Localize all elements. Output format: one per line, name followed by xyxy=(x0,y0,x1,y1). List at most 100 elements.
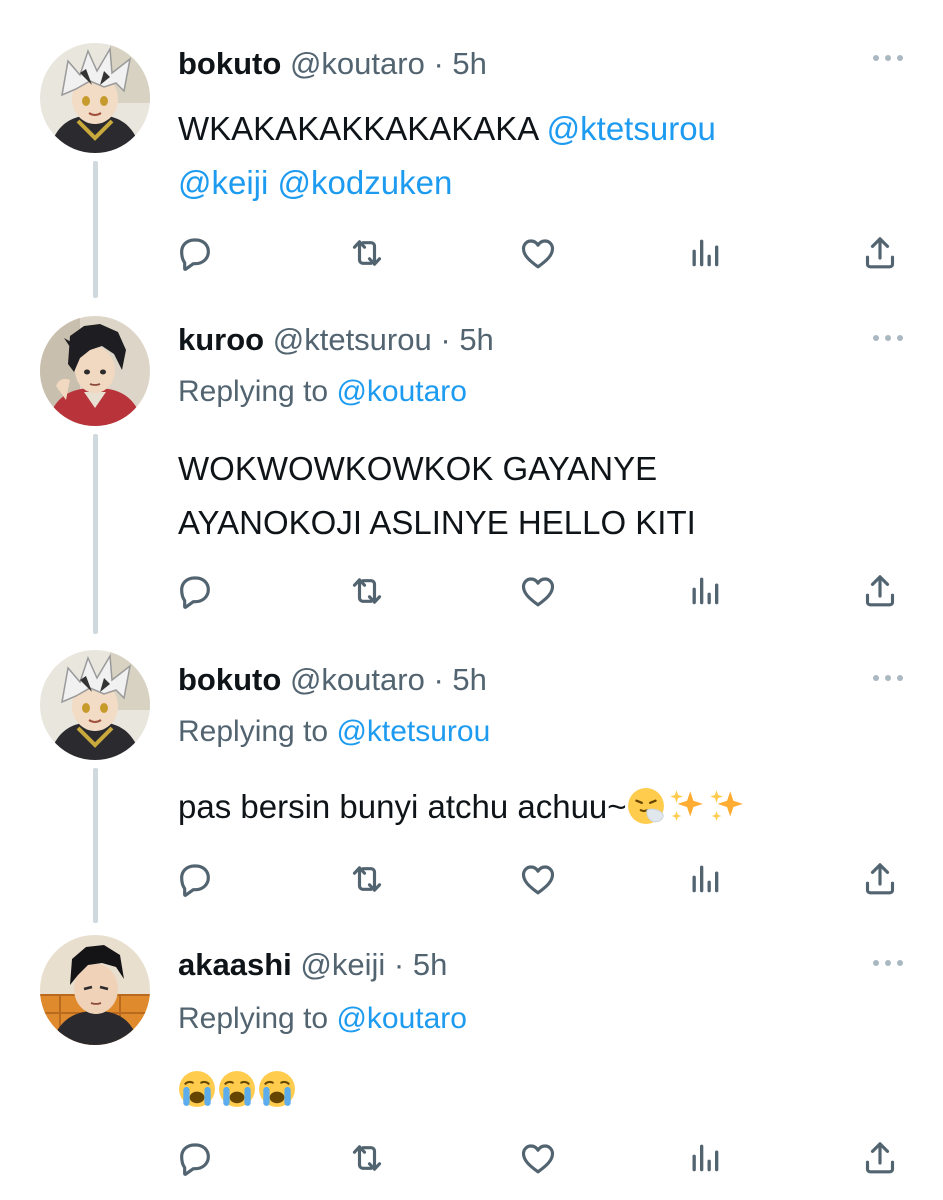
share-button[interactable] xyxy=(855,854,905,904)
like-button[interactable] xyxy=(513,1133,563,1183)
replying-to-link[interactable]: @koutaro xyxy=(336,1002,467,1035)
share-button[interactable] xyxy=(855,566,905,616)
tweet-text-plain: WKAKAKAKKAKAKAKA xyxy=(178,110,547,147)
retweet-button[interactable] xyxy=(342,566,392,616)
analytics-icon xyxy=(685,859,725,899)
timestamp[interactable]: 5h xyxy=(452,662,486,697)
bokuto-avatar-icon xyxy=(40,650,150,760)
avatar[interactable] xyxy=(40,43,150,153)
share-button[interactable] xyxy=(855,228,905,278)
analytics-icon xyxy=(685,571,725,611)
avatar[interactable] xyxy=(40,935,150,1045)
tweet-text-line: WOKWOWKOWKOK GAYANYE xyxy=(178,450,658,487)
reply-button[interactable] xyxy=(170,566,220,616)
timestamp[interactable]: 5h xyxy=(413,947,447,982)
tweet-text: WKAKAKAKKAKAKAKA @ktetsurou @keiji @kodz… xyxy=(178,102,878,210)
sparkles-emoji-icon xyxy=(667,787,705,825)
display-name[interactable]: bokuto xyxy=(178,662,281,697)
share-button[interactable] xyxy=(855,1133,905,1183)
retweet-icon xyxy=(347,1138,387,1178)
analytics-button[interactable] xyxy=(680,228,730,278)
thread-line xyxy=(93,161,98,298)
user-handle[interactable]: @ktetsurou xyxy=(273,322,432,357)
more-options-icon[interactable] xyxy=(871,328,905,348)
tweet[interactable]: bokuto @koutaro · 5h WKAKAKAKKAKAKAKA @k… xyxy=(0,38,943,308)
replying-to: Replying to @koutaro xyxy=(178,370,467,414)
bokuto-avatar-icon xyxy=(40,43,150,153)
display-name[interactable]: bokuto xyxy=(178,46,281,81)
replying-to-link[interactable]: @ktetsurou xyxy=(336,715,490,748)
replying-to-label: Replying to xyxy=(178,375,337,408)
timestamp[interactable]: 5h xyxy=(459,322,493,357)
mention-link[interactable]: @kodzuken xyxy=(278,164,453,201)
like-button[interactable] xyxy=(513,854,563,904)
more-options-icon[interactable] xyxy=(871,48,905,68)
avatar[interactable] xyxy=(40,650,150,760)
retweet-button[interactable] xyxy=(342,1133,392,1183)
display-name[interactable]: kuroo xyxy=(178,322,264,357)
tweet[interactable]: kuroo @ktetsurou · 5h Replying to @kouta… xyxy=(0,316,943,641)
more-options-icon[interactable] xyxy=(871,953,905,973)
tweet[interactable]: akaashi @keiji · 5h Replying to @koutaro xyxy=(0,935,943,1200)
reply-button[interactable] xyxy=(170,854,220,904)
share-icon xyxy=(860,1138,900,1178)
analytics-icon xyxy=(685,233,725,273)
reply-button[interactable] xyxy=(170,1133,220,1183)
more-options-icon[interactable] xyxy=(871,668,905,688)
retweet-icon xyxy=(347,859,387,899)
tweet-header: bokuto @koutaro · 5h xyxy=(178,658,487,702)
reply-icon xyxy=(175,571,215,611)
analytics-button[interactable] xyxy=(680,566,730,616)
analytics-button[interactable] xyxy=(680,854,730,904)
analytics-button[interactable] xyxy=(680,1133,730,1183)
user-handle[interactable]: @keiji xyxy=(300,947,385,982)
mention-link[interactable]: @keiji xyxy=(178,164,268,201)
like-icon xyxy=(518,1138,558,1178)
tweet-actions xyxy=(170,566,910,616)
tweet-text-plain: pas bersin bunyi atchu achuu~ xyxy=(178,788,627,825)
thread-line xyxy=(93,434,98,634)
like-icon xyxy=(518,233,558,273)
thread-line xyxy=(93,768,98,923)
user-handle[interactable]: @koutaro xyxy=(290,46,425,81)
replying-to-label: Replying to xyxy=(178,715,337,748)
tweet-header: bokuto @koutaro · 5h xyxy=(178,42,487,86)
like-icon xyxy=(518,859,558,899)
separator-dot: · xyxy=(433,46,444,81)
tweet-text: WOKWOWKOWKOK GAYANYE AYANOKOJI ASLINYE H… xyxy=(178,442,878,550)
like-icon xyxy=(518,571,558,611)
reply-icon xyxy=(175,233,215,273)
tweet-text xyxy=(178,1063,878,1117)
replying-to: Replying to @koutaro xyxy=(178,997,467,1041)
tweet[interactable]: bokuto @koutaro · 5h Replying to @ktetsu… xyxy=(0,650,943,930)
reply-thread: bokuto @koutaro · 5h WKAKAKAKKAKAKAKA @k… xyxy=(0,0,943,1200)
loudly-crying-face-emoji-icon xyxy=(178,1070,216,1108)
separator-dot: · xyxy=(433,662,444,697)
reply-icon xyxy=(175,859,215,899)
reply-button[interactable] xyxy=(170,228,220,278)
reply-icon xyxy=(175,1138,215,1178)
separator-dot: · xyxy=(440,322,451,357)
loudly-crying-face-emoji-icon xyxy=(218,1070,256,1108)
retweet-button[interactable] xyxy=(342,228,392,278)
tweet-actions xyxy=(170,854,910,904)
retweet-button[interactable] xyxy=(342,854,392,904)
tweet-header: kuroo @ktetsurou · 5h xyxy=(178,318,494,362)
avatar[interactable] xyxy=(40,316,150,426)
mention-link[interactable]: @ktetsurou xyxy=(547,110,716,147)
share-icon xyxy=(860,571,900,611)
tweet-header: akaashi @keiji · 5h xyxy=(178,943,447,987)
like-button[interactable] xyxy=(513,566,563,616)
user-handle[interactable]: @koutaro xyxy=(290,662,425,697)
tweet-actions xyxy=(170,228,910,278)
like-button[interactable] xyxy=(513,228,563,278)
retweet-icon xyxy=(347,571,387,611)
share-icon xyxy=(860,859,900,899)
replying-to-label: Replying to xyxy=(178,1002,337,1035)
sneezing-face-emoji-icon xyxy=(627,787,665,825)
timestamp[interactable]: 5h xyxy=(452,46,486,81)
tweet-actions xyxy=(170,1133,910,1183)
sparkles-emoji-icon xyxy=(707,787,745,825)
replying-to-link[interactable]: @koutaro xyxy=(336,375,467,408)
display-name[interactable]: akaashi xyxy=(178,947,292,982)
